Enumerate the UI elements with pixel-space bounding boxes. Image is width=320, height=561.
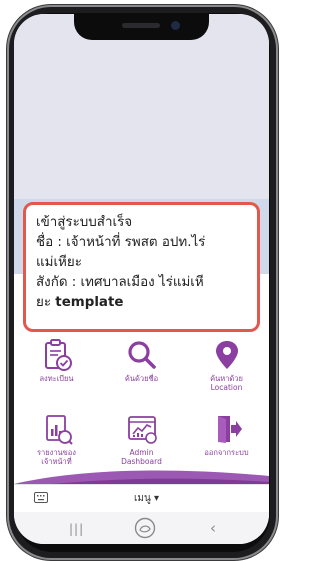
phone-notch [74, 14, 209, 40]
menu-staff-report-label-2: เจ้าหน้าที่ [41, 457, 72, 466]
menu-logout-label: ออกจากระบบ [204, 448, 249, 457]
home-button-icon[interactable] [134, 517, 156, 539]
menu-search-by-location-label-2: Location [210, 383, 243, 392]
menu-search-by-name-label: ค้นด้วยชื่อ [124, 374, 159, 383]
menu-search-by-location[interactable]: ค้นหาด้วย Location [184, 338, 269, 392]
menu-admin-dashboard[interactable]: Admin Dashboard [99, 412, 184, 466]
menu-search-by-name[interactable]: ค้นด้วยชื่อ [99, 338, 184, 383]
toast-user-name: ชื่อ : เจ้าหน้าที่ รพสต อปท.ไร่ [36, 235, 206, 250]
location-pin-icon [215, 341, 238, 369]
main-menu-grid: ลงทะเบียน ค้นด้วยชื่อ ค้นหาด้วย Location [14, 336, 269, 478]
keyboard-icon[interactable] [34, 492, 48, 503]
toast-affiliation: สังกัด : เทศบาลเมือง ไร่แม่เหี [36, 275, 204, 290]
report-icon [45, 415, 73, 445]
menu-logout[interactable]: ออกจากระบบ [184, 412, 269, 457]
menu-staff-report[interactable]: รายงานของ เจ้าหน้าที่ [14, 412, 99, 466]
search-icon [127, 341, 156, 369]
template-label: template [55, 295, 124, 310]
menu-toggle-button[interactable]: เมนู ▾ [134, 491, 159, 506]
logout-icon [217, 416, 242, 443]
menu-search-by-location-label: ค้นหาด้วย [210, 374, 243, 383]
app-screen: เข้าสู่ระบบสำเร็จ ชื่อ : เจ้าหน้าที่ รพส… [14, 14, 269, 544]
menu-register-label: ลงทะเบียน [39, 374, 74, 383]
menu-admin-dashboard-label: Admin [129, 448, 154, 457]
login-success-toast: เข้าสู่ระบบสำเร็จ ชื่อ : เจ้าหน้าที่ รพส… [23, 202, 260, 332]
clipboard-check-icon [44, 339, 72, 371]
menu-register[interactable]: ลงทะเบียน [14, 338, 99, 383]
bottom-toolbar: เมนู ▾ [14, 484, 269, 512]
speaker-grille [122, 23, 160, 28]
menu-admin-dashboard-label-2: Dashboard [121, 457, 162, 466]
content-area [14, 14, 269, 214]
toast-affiliation-cont: ยะ template [36, 295, 124, 310]
back-icon[interactable]: ‹ [210, 519, 216, 537]
menu-staff-report-label: รายงานของ [37, 448, 76, 457]
system-navigation-bar: ||| ‹ [14, 512, 269, 544]
toast-user-name-cont: แม่เหียะ [36, 255, 82, 270]
dashboard-icon [127, 416, 157, 444]
front-camera [171, 21, 180, 30]
toast-title: เข้าสู่ระบบสำเร็จ [36, 215, 133, 230]
recent-apps-icon[interactable]: ||| [69, 522, 84, 536]
